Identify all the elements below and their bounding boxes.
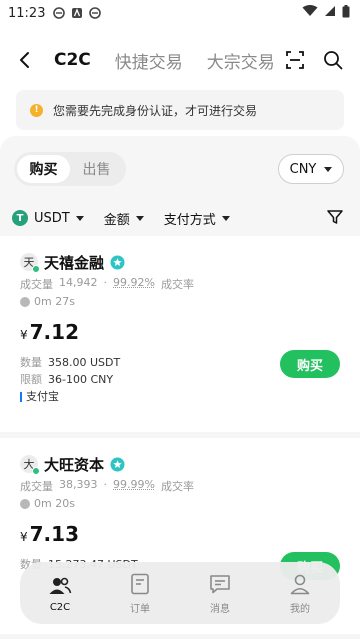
top-nav: C2C 快捷交易 大宗交易 — [0, 40, 360, 80]
caret-down-icon — [135, 215, 144, 221]
payment-filter-label: 支付方式 — [163, 212, 216, 228]
avatar[interactable]: 大 — [20, 455, 40, 475]
verified-badge-icon — [110, 255, 125, 270]
notification-e-icon-2 — [89, 7, 102, 19]
currency-select[interactable]: CNY — [278, 154, 344, 184]
avatar[interactable]: 天 — [20, 253, 40, 273]
limit-value: 36-100 CNY — [48, 373, 114, 386]
merchant-name[interactable]: 天禧金融 — [44, 252, 104, 273]
currency-value: CNY — [289, 161, 317, 177]
scan-icon[interactable] — [284, 49, 306, 71]
verified-badge-icon — [110, 457, 125, 472]
ad-card[interactable]: 天 天禧金融 成交量 14,942 · 99.92% 成交率 0m 27s ¥ … — [0, 236, 360, 432]
search-icon[interactable] — [322, 49, 344, 71]
buy-tab[interactable]: 购买 — [17, 155, 70, 183]
tab-c2c[interactable]: C2C — [54, 50, 91, 70]
clock-icon — [20, 498, 30, 509]
warning-icon: ! — [30, 103, 43, 117]
notification-e-icon — [53, 7, 66, 19]
trade-tabs: C2C 快捷交易 大宗交易 — [54, 48, 279, 73]
nav-c2c[interactable]: C2C — [30, 574, 90, 613]
amount-filter[interactable]: 金额 — [104, 209, 144, 228]
notification-a-icon — [71, 7, 83, 19]
coin-filter-label: USDT — [34, 210, 70, 226]
caret-down-icon — [75, 215, 84, 221]
tab-quick-trade[interactable]: 快捷交易 — [115, 48, 183, 73]
online-indicator — [32, 265, 40, 273]
coin-filter[interactable]: T USDT — [12, 210, 84, 226]
chevron-left-icon — [20, 52, 29, 68]
nav-c2c-label: C2C — [49, 601, 71, 613]
completion-rate: 99.92% — [113, 276, 155, 289]
unit-price: 7.12 — [29, 320, 79, 344]
message-icon — [210, 574, 230, 593]
verification-notice[interactable]: ! 您需要先完成身份认证，才可进行交易 — [16, 90, 344, 130]
usdt-icon: T — [12, 210, 28, 226]
buy-sell-toggle: 购买 出售 — [14, 152, 126, 186]
buy-button[interactable]: 购买 — [280, 350, 340, 378]
merchant-name[interactable]: 大旺资本 — [44, 454, 104, 475]
currency-symbol: ¥ — [20, 530, 28, 544]
funnel-icon[interactable] — [326, 208, 344, 226]
avg-release-time: 0m 20s — [34, 497, 75, 510]
trade-volume: 14,942 — [59, 276, 98, 289]
nav-orders[interactable]: 订单 — [110, 572, 170, 615]
nav-profile-label: 我的 — [290, 603, 310, 615]
merchant-stats: 成交量 38,393 · 99.99% 成交率 — [20, 478, 194, 493]
trade-volume: 38,393 — [59, 478, 98, 491]
wifi-icon — [302, 5, 318, 21]
status-bar: 11:23 — [0, 0, 360, 26]
unit-price: 7.13 — [29, 522, 79, 546]
amount-filter-label: 金额 — [103, 212, 130, 228]
notice-text: 您需要先完成身份认证，才可进行交易 — [53, 103, 258, 118]
back-button[interactable] — [14, 49, 36, 71]
caret-down-icon — [324, 166, 333, 172]
caret-down-icon — [221, 215, 230, 221]
avg-release-time: 0m 27s — [34, 295, 75, 308]
payment-indicator — [20, 391, 22, 402]
currency-symbol: ¥ — [20, 328, 28, 342]
completion-rate: 99.99% — [113, 478, 155, 491]
quantity-value: 358.00 USDT — [48, 356, 121, 369]
filter-bar: T USDT 金额 支付方式 — [12, 206, 346, 230]
nav-messages[interactable]: 消息 — [190, 572, 250, 615]
online-indicator — [32, 467, 40, 475]
battery-icon — [342, 4, 350, 22]
clock-icon — [20, 296, 30, 307]
merchant-stats: 成交量 14,942 · 99.92% 成交率 — [20, 276, 194, 291]
nav-orders-label: 订单 — [130, 603, 150, 615]
nav-messages-label: 消息 — [210, 603, 230, 615]
status-time: 11:23 — [8, 5, 46, 21]
sell-tab[interactable]: 出售 — [70, 155, 123, 183]
nav-profile[interactable]: 我的 — [270, 572, 330, 615]
order-icon — [131, 573, 149, 594]
profile-icon — [290, 574, 310, 594]
payment-filter[interactable]: 支付方式 — [164, 209, 230, 228]
users-icon — [49, 577, 72, 594]
payment-method: 支付宝 — [20, 388, 340, 405]
bottom-nav: C2C 订单 消息 我的 — [20, 562, 340, 624]
signal-icon — [324, 5, 336, 21]
tab-block-trade[interactable]: 大宗交易 — [207, 48, 275, 73]
